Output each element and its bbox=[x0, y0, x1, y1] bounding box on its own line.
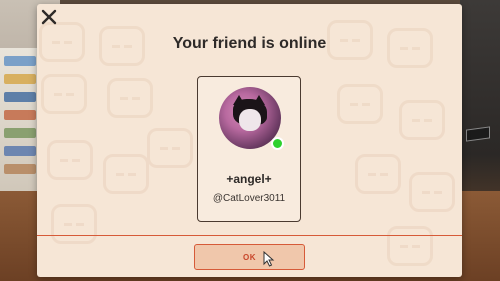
friend-card: +angel+ @CatLover3011 bbox=[197, 76, 301, 222]
online-status-dot bbox=[271, 137, 284, 150]
friend-display-name: +angel+ bbox=[226, 172, 272, 186]
divider bbox=[37, 235, 462, 236]
friend-online-dialog: Your friend is online +angel+ @CatLover3… bbox=[37, 4, 462, 277]
close-icon bbox=[41, 9, 57, 25]
friend-handle: @CatLover3011 bbox=[212, 193, 286, 204]
ok-button[interactable]: OK bbox=[194, 244, 305, 270]
dialog-title: Your friend is online bbox=[172, 35, 327, 52]
ok-button-label: OK bbox=[243, 252, 256, 262]
close-button[interactable] bbox=[40, 8, 58, 26]
